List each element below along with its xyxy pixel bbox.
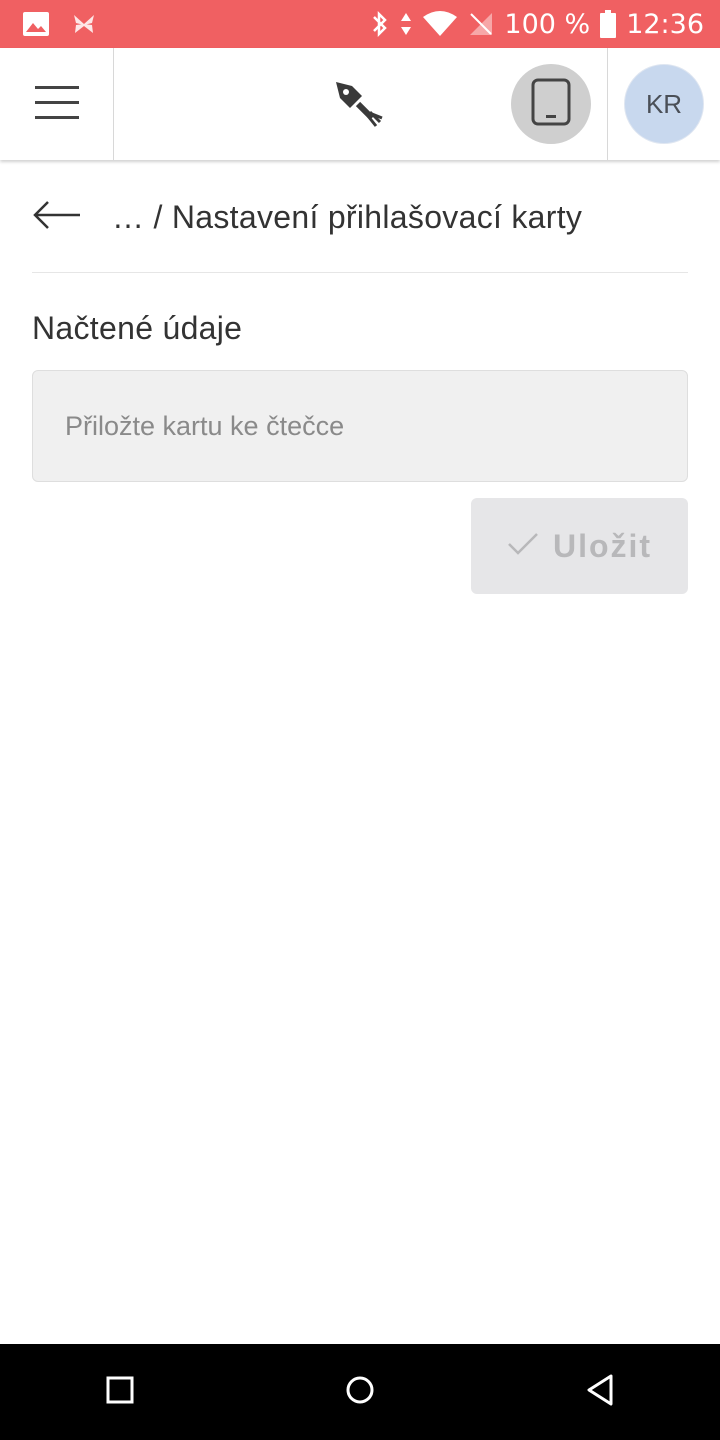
save-button[interactable]: Uložit: [471, 498, 688, 594]
app-bar: KR: [0, 48, 720, 160]
menu-button[interactable]: [0, 48, 114, 160]
system-nav-bar: [0, 1344, 720, 1440]
triangle-back-icon: [586, 1374, 614, 1411]
arrow-left-icon: [32, 199, 82, 236]
breadcrumb: … / Nastavení přihlašovací karty: [32, 190, 688, 244]
user-menu[interactable]: KR: [607, 48, 720, 160]
recent-apps-button[interactable]: [60, 1344, 180, 1440]
breadcrumb-text: … / Nastavení přihlašovací karty: [112, 198, 583, 235]
device-mode-button[interactable]: [511, 64, 591, 144]
back-nav-button[interactable]: [540, 1344, 660, 1440]
status-right: 100 % 12:36: [360, 9, 704, 40]
status-left: [22, 11, 118, 37]
data-arrows-icon: [400, 11, 412, 37]
wifi-icon: [422, 11, 458, 37]
rocket-fork-logo-icon[interactable]: [332, 78, 384, 135]
battery-icon: [600, 10, 617, 38]
circle-icon: [345, 1375, 375, 1410]
clock: 12:36: [626, 8, 704, 40]
bluetooth-icon: [370, 10, 390, 38]
battery-percent: 100 %: [504, 8, 591, 40]
divider: [32, 272, 688, 273]
status-bar: 100 % 12:36: [0, 0, 720, 48]
hamburger-menu-icon: [34, 84, 79, 125]
card-data-placeholder: Přiložte kartu ke čtečce: [65, 410, 345, 441]
check-icon: [507, 532, 539, 561]
tablet-icon: [531, 78, 571, 131]
app-notification-icon: [72, 13, 96, 35]
square-icon: [106, 1376, 134, 1409]
section-title: Načtené údaje: [32, 310, 243, 346]
image-icon: [22, 11, 50, 37]
card-data-field[interactable]: Přiložte kartu ke čtečce: [32, 370, 688, 482]
avatar[interactable]: KR: [624, 64, 704, 144]
app-bar-center: [114, 48, 607, 160]
back-button[interactable]: [32, 197, 82, 237]
home-button[interactable]: [300, 1344, 420, 1440]
save-button-label: Uložit: [552, 527, 653, 564]
no-sim-icon: [468, 11, 494, 37]
